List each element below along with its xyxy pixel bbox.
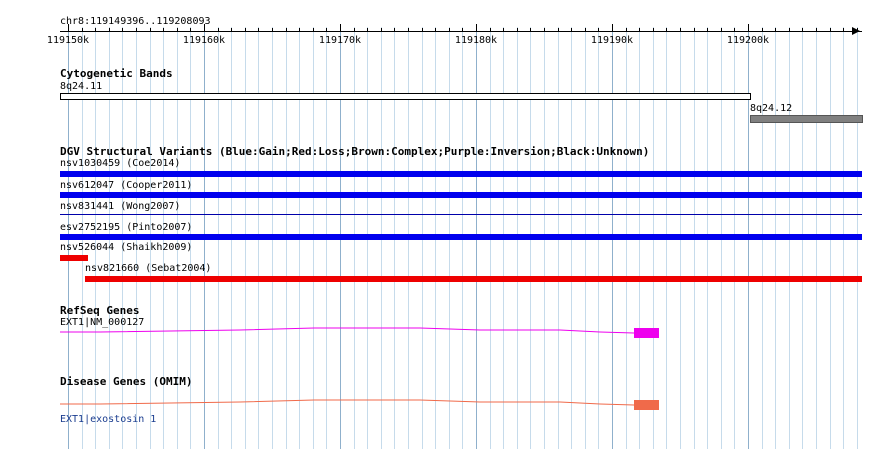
variant-label[interactable]: nsv612047 (Cooper2011) [60,180,192,192]
ruler-tick-label: 119160k [182,35,226,46]
cytoband-label: 8q24.11 [60,81,103,92]
refseq-gene-model[interactable] [0,320,890,344]
cytoband-track-title: Cytogenetic Bands [60,67,173,80]
variant-label[interactable]: nsv821660 (Sebat2004) [85,263,211,275]
variant-bar[interactable] [60,171,862,177]
variant-bar[interactable] [60,255,88,261]
ruler-tick-label: 119170k [318,35,362,46]
variant-label[interactable]: nsv1030459 (Coe2014) [60,158,180,170]
omim-track-title: Disease Genes (OMIM) [60,375,193,388]
dgv-track-title: DGV Structural Variants (Blue:Gain;Red:L… [60,145,650,158]
variant-label[interactable]: esv2752195 (Pinto2007) [60,222,192,234]
ruler-tick-label: 119150k [46,35,90,46]
ruler-tick-label: 119180k [454,35,498,46]
variant-bar[interactable] [85,276,862,282]
variant-label[interactable]: nsv526044 (Shaikh2009) [60,242,192,254]
omim-gene-link[interactable]: EXT1|exostosin 1 [60,414,156,426]
location-label: chr8:119149396..119208093 [60,16,211,27]
refseq-track-title: RefSeq Genes [60,304,140,317]
cytoband-bar[interactable] [750,115,863,123]
variant-label[interactable]: nsv831441 (Wong2007) [60,201,180,213]
omim-gene-model[interactable] [0,392,890,416]
ruler-axis [60,31,862,32]
variant-bar[interactable] [60,192,862,198]
ruler-arrow-icon [852,27,860,35]
variant-bar[interactable] [60,234,862,240]
genome-browser-view: chr8:119149396..119208093 119150k 119160… [0,0,890,449]
cytoband-bar[interactable] [60,93,751,100]
cytoband-label: 8q24.12 [750,103,793,114]
ruler-tick-label: 119200k [726,35,770,46]
ruler-tick-label: 119190k [590,35,634,46]
variant-bar[interactable] [60,214,862,215]
